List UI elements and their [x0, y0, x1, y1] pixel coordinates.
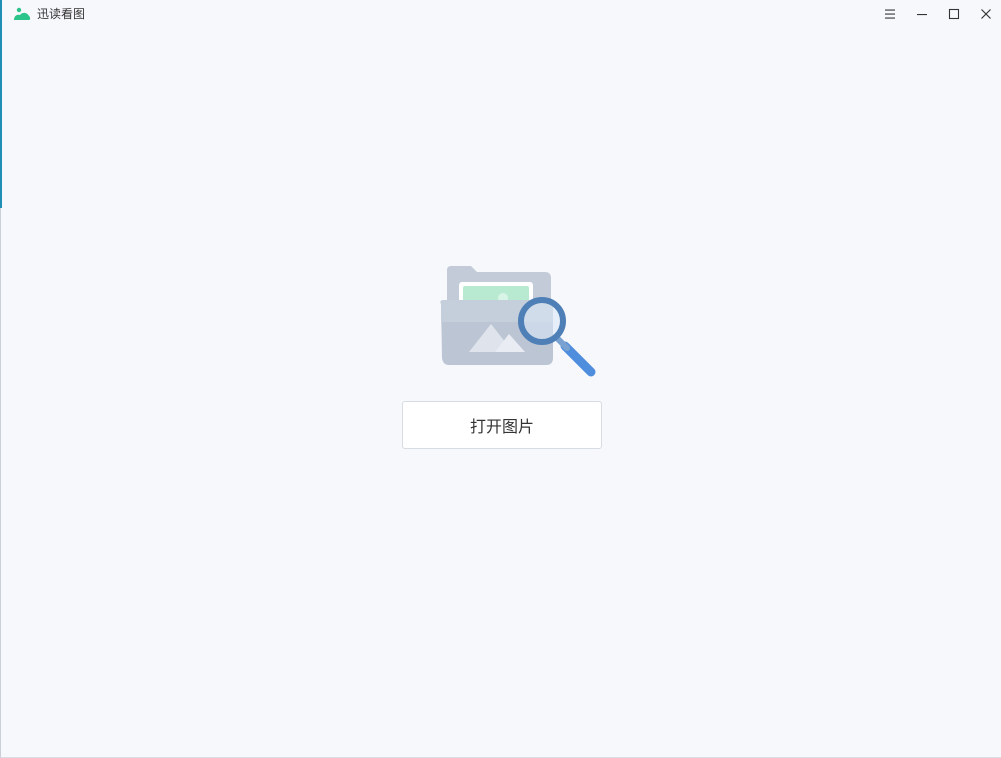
maximize-icon: [948, 8, 960, 20]
app-logo-icon: [13, 6, 31, 22]
close-button[interactable]: [973, 2, 999, 26]
folder-image-search-icon: [435, 262, 601, 384]
menu-button[interactable]: [877, 2, 903, 26]
menu-icon: [884, 9, 896, 19]
minimize-button[interactable]: [909, 2, 935, 26]
open-image-button[interactable]: 打开图片: [402, 401, 602, 449]
window-edge-accent: [0, 0, 2, 208]
app-title: 迅读看图: [37, 7, 86, 21]
close-icon: [980, 8, 992, 20]
maximize-button[interactable]: [941, 2, 967, 26]
app-window: 迅读看图 打开图片: [0, 0, 1001, 758]
title-bar[interactable]: 迅读看图: [1, 0, 1001, 28]
minimize-icon: [916, 9, 928, 19]
